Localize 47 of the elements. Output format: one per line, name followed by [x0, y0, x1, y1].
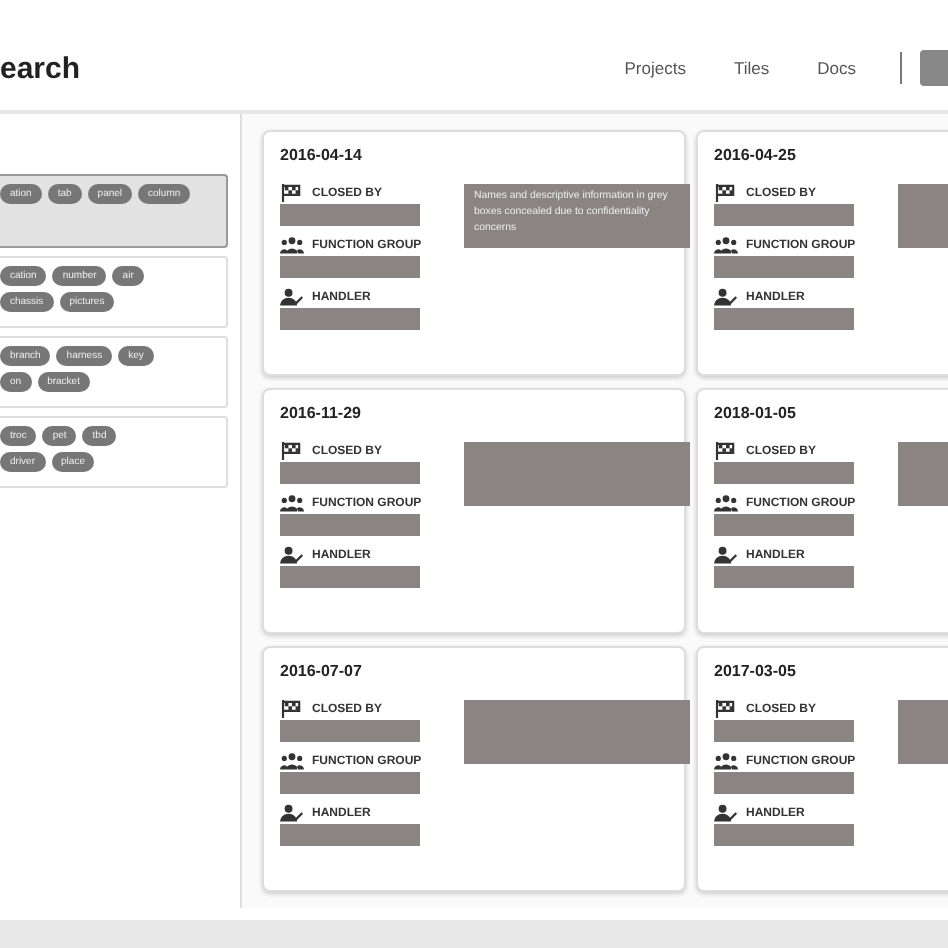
- redaction-bar: [714, 566, 854, 588]
- flag-icon: [280, 700, 304, 718]
- person-icon: [714, 288, 738, 306]
- person-icon: [280, 546, 304, 564]
- person-icon: [280, 804, 304, 822]
- page-title: earch: [0, 51, 81, 85]
- people-icon: [714, 752, 738, 770]
- person-icon: [714, 546, 738, 564]
- redaction-bar: [714, 308, 854, 330]
- flag-icon: [280, 442, 304, 460]
- person-icon: [280, 288, 304, 306]
- people-icon: [714, 494, 738, 512]
- redaction-bar: [280, 204, 420, 226]
- redaction-bar: [280, 514, 420, 536]
- card-date: 2016-04-14: [280, 146, 362, 164]
- redaction-bar: [714, 720, 854, 742]
- card-date: 2017-03-05: [714, 662, 796, 680]
- redaction-bar: [714, 824, 854, 846]
- redaction-bar: [280, 720, 420, 742]
- redaction-bar: [714, 256, 854, 278]
- nav-link[interactable]: Docs: [817, 58, 856, 78]
- people-icon: [280, 494, 304, 512]
- people-icon: [280, 236, 304, 254]
- people-icon: [280, 752, 304, 770]
- people-icon: [714, 236, 738, 254]
- flag-icon: [280, 184, 304, 202]
- card-date: 2016-04-25: [714, 146, 796, 164]
- card-date: 2016-07-07: [280, 662, 362, 680]
- redaction-bar: [280, 772, 420, 794]
- nav-link[interactable]: Projects: [624, 58, 686, 78]
- redaction-bar: [714, 772, 854, 794]
- redaction-bar: [280, 256, 420, 278]
- redaction-bar: [280, 462, 420, 484]
- redaction-bar: [280, 308, 420, 330]
- card-date: 2016-11-29: [280, 404, 361, 422]
- flag-icon: [714, 184, 738, 202]
- flag-icon: [714, 700, 738, 718]
- redaction-bar: [280, 566, 420, 588]
- header-button[interactable]: [920, 50, 948, 86]
- card-date: 2018-01-05: [714, 404, 796, 422]
- redaction-bar: [714, 514, 854, 536]
- person-icon: [714, 804, 738, 822]
- redaction-bar: [280, 824, 420, 846]
- redaction-bar: [714, 204, 854, 226]
- flag-icon: [714, 442, 738, 460]
- nav-link[interactable]: Tiles: [733, 58, 770, 78]
- redaction-bar: [714, 462, 854, 484]
